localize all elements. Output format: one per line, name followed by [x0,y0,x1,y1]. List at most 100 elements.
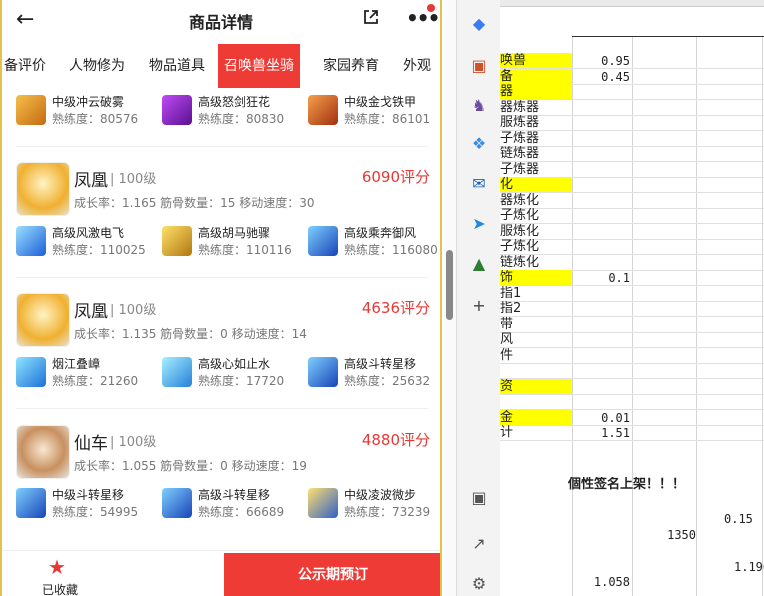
sheet-row-value[interactable] [574,255,630,271]
sheet-row-value[interactable] [574,115,630,131]
sheet-row-label[interactable]: 子炼器 [500,131,572,147]
pet-score: 4636评分 [361,299,430,317]
tab-items[interactable]: 物品道具 [149,44,205,88]
tab-equipment-review[interactable]: 备评价 [4,44,46,88]
sheet-row-label[interactable]: 计 [500,425,572,441]
send-icon[interactable]: ➤ [469,214,489,234]
share-icon[interactable] [362,8,380,26]
skill-exp: 熟练度：110116 [198,243,292,257]
skill-item: 高级斗转星移 熟练度：25632 [308,355,440,389]
sheet-row-value[interactable] [574,84,630,100]
tab-appearance[interactable]: 外观 [403,44,431,88]
skill-item: 高级风激电飞 熟练度：110025 [16,224,156,258]
chess-icon[interactable]: ♞ [469,96,489,116]
pet-level: | 100级 [110,435,157,450]
sheet-row-label[interactable]: 备 [500,68,572,85]
sheet-row-label[interactable]: 化 [500,177,572,193]
sheet-row-value[interactable] [574,363,630,379]
sheet-row-label[interactable]: 器 [500,84,572,100]
sheet-row-value[interactable] [574,394,630,410]
add-icon[interactable]: + [469,296,489,316]
sheet-row-value[interactable]: 1.51 [574,425,630,441]
header-bar: ← 商品详情 ••• [2,0,440,40]
skill-name: 高级风激电飞 [52,226,125,240]
sheet-row-label[interactable]: 件 [500,348,572,364]
sheet-row-label[interactable]: 服炼化 [500,224,572,240]
sheet-row-value[interactable] [574,100,630,116]
sheet-row-value[interactable] [574,162,630,178]
scrollbar-thumb[interactable] [446,250,453,320]
sheet-row-label[interactable]: 资 [500,378,572,395]
sheet-row-value[interactable]: 0.01 [574,410,630,426]
skill-item: 中级冲云破雾 熟练度：80576 [16,93,156,127]
skill-icon [308,488,338,518]
sheet-row-label[interactable]: 风 [500,332,572,348]
sheet-row-value[interactable] [574,193,630,209]
screenshot-icon[interactable]: ▣ [469,488,489,508]
sheet-row-value[interactable] [574,332,630,348]
sheet-row-value[interactable]: 0.45 [574,69,630,85]
sheet-row-label[interactable]: 链炼化 [500,255,572,271]
settings-gear-icon[interactable]: ⚙ [469,574,489,594]
tree-icon[interactable]: ▲ [469,254,489,274]
skill-icon [308,226,338,256]
skill-item: 高级心如止水 熟练度：17720 [162,355,302,389]
sheet-row-label[interactable]: 指2 [500,301,572,317]
toolbox-icon[interactable]: ▣ [469,56,489,76]
sheet-row-value[interactable]: 0.95 [574,53,630,69]
sheet-row-label[interactable]: 子炼化 [500,208,572,224]
sheet-row-value[interactable] [574,301,630,317]
sheet-row-label[interactable]: 带 [500,317,572,333]
favorite-label[interactable]: 已收藏 [42,581,78,596]
sheet-row-label[interactable]: 子炼器 [500,162,572,178]
sheet-row-label[interactable]: 服炼器 [500,115,572,131]
sheet-row-label[interactable] [500,394,572,410]
sheet-row-label[interactable]: 链炼器 [500,146,572,162]
skill-name: 高级怒剑狂花 [198,95,271,109]
sheet-row-label[interactable]: 饰 [500,270,572,286]
pet-card[interactable]: 凤凰 | 100级 4636评分 成长率：1.135 筋骨数量：0 移动速度：1… [16,293,430,413]
vertical-scrollbar[interactable] [444,0,456,596]
pet-card[interactable]: 仙车 | 100级 4880评分 成长率：1.055 筋骨数量：0 移动速度：1… [16,425,430,545]
tag-icon[interactable]: ◆ [469,14,489,34]
sheet-row-value[interactable] [574,317,630,333]
sheet-row-label[interactable]: 金 [500,409,572,426]
sheet-row-label[interactable]: 子炼化 [500,239,572,255]
notification-dot [427,4,435,12]
sheet-row-value[interactable] [574,224,630,240]
sheet-row-value[interactable] [574,286,630,302]
favorite-star-icon[interactable]: ★ [48,555,66,579]
skill-name: 高级乘奔御风 [344,226,417,240]
sheet-row-value[interactable]: 0.1 [574,270,630,286]
tab-summons-mounts[interactable]: 召唤兽坐骑 [218,44,300,88]
skill-item: 高级斗转星移 熟练度：66689 [162,486,302,520]
sheet-row-value[interactable] [574,239,630,255]
tab-home[interactable]: 家园养育 [323,44,379,88]
outlook-icon[interactable]: ✉ [469,174,489,194]
footer-bar: ★ 已收藏 公示期预订 [2,550,440,596]
skill-icon [16,357,46,387]
sheet-row-label[interactable] [500,363,572,379]
divider [16,146,428,147]
sheet-row-label[interactable]: 器炼化 [500,193,572,209]
skill-name: 高级斗转星移 [344,357,417,371]
sheet-row-value[interactable] [574,208,630,224]
sheet-row-label[interactable]: 指1 [500,286,572,302]
sheet-row-value[interactable] [574,177,630,193]
sheet-row-value[interactable] [574,146,630,162]
open-external-icon[interactable]: ↗ [469,534,489,554]
skill-item: 中级斗转星移 熟练度：54995 [16,486,156,520]
tab-character-cultivation[interactable]: 人物修为 [69,44,125,88]
sheet-value: 0.15 [724,512,753,526]
preorder-button[interactable]: 公示期预订 [224,553,440,596]
sheet-row-label[interactable]: 器炼器 [500,100,572,116]
spreadsheet[interactable]: 唤兽 0.95 备 0.45 器器炼器 服炼器 子炼器 链炼器 子炼器化器炼化 子炼化 服炼化 子炼化… [500,0,764,596]
skill-icon [162,226,192,256]
sheet-row-value[interactable] [574,379,630,395]
sheet-row-label[interactable]: 唤兽 [500,53,572,69]
pet-card[interactable]: 凤凰 | 100级 6090评分 成长率：1.165 筋骨数量：15 移动速度：… [16,162,430,282]
skill-name: 高级胡马驰骤 [198,226,271,240]
sheet-row-value[interactable] [574,348,630,364]
copilot-icon[interactable]: ❖ [469,134,489,154]
sheet-row-value[interactable] [574,131,630,147]
